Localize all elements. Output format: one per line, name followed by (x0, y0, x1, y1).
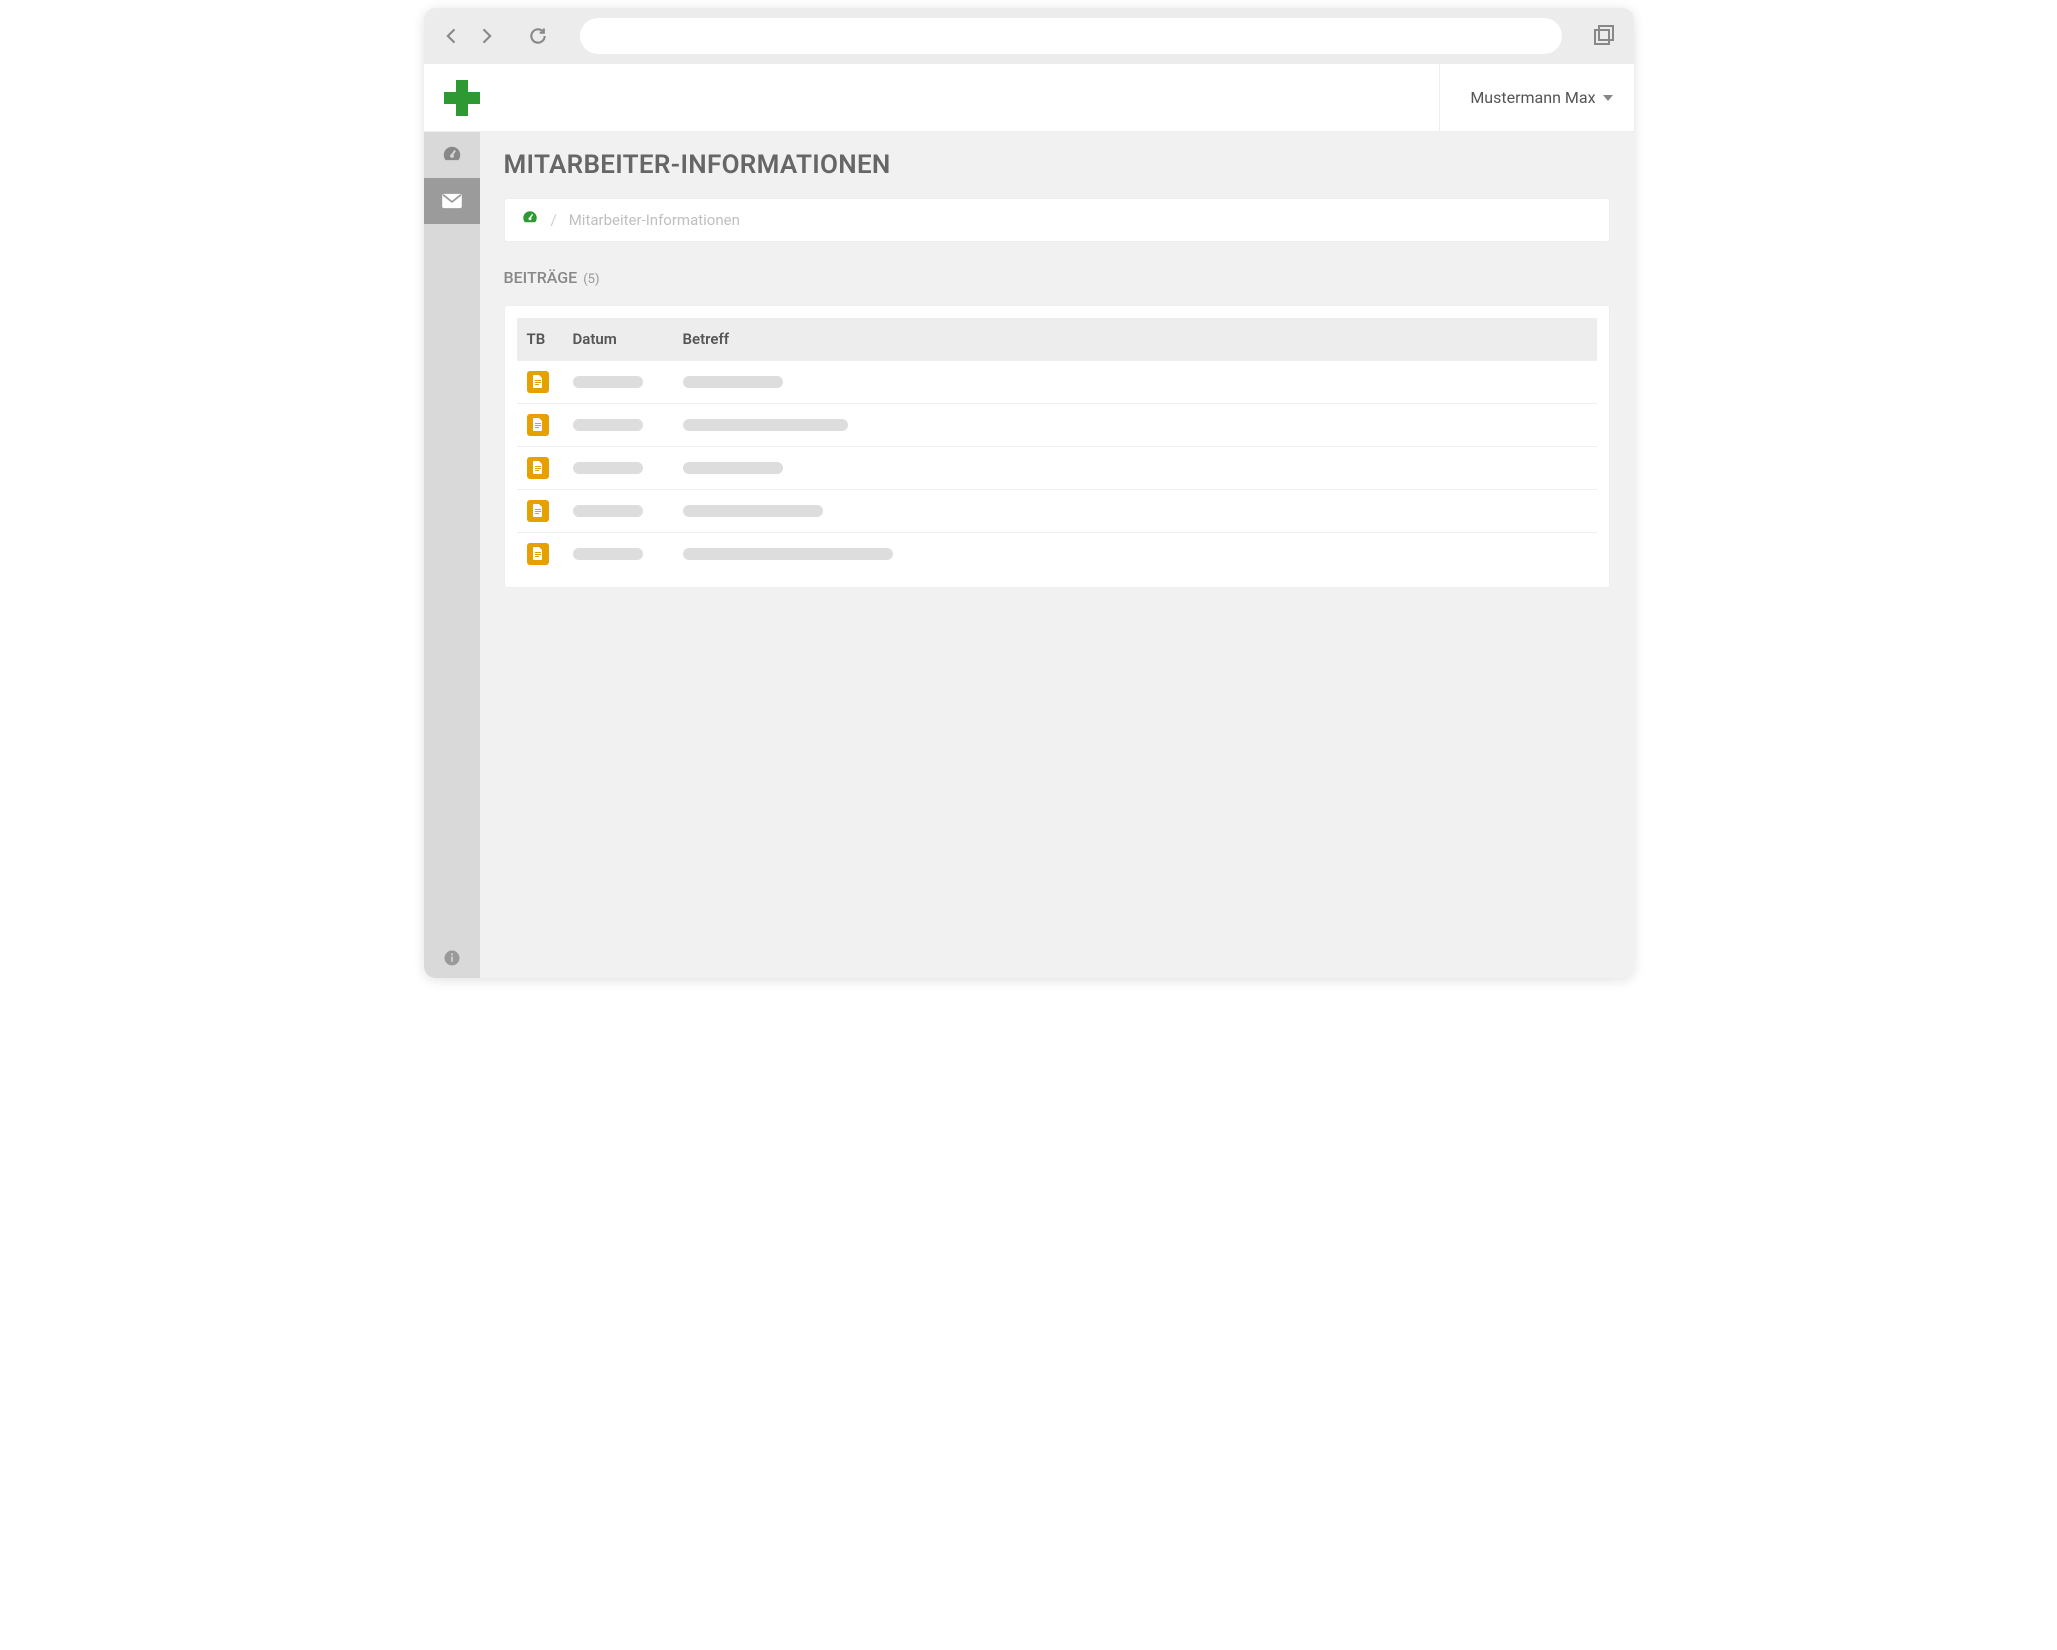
browser-toolbar (424, 8, 1634, 64)
date-placeholder (573, 376, 643, 388)
document-icon (527, 543, 549, 565)
date-placeholder (573, 462, 643, 474)
forward-button[interactable] (474, 24, 498, 48)
sidebar-item-messages[interactable] (424, 178, 480, 224)
table-row[interactable] (517, 447, 1597, 490)
subject-placeholder (683, 505, 823, 517)
section-count: (5) (583, 272, 599, 287)
section-heading: BEITRÄGE (5) (504, 268, 1610, 287)
subject-placeholder (683, 419, 848, 431)
date-placeholder (573, 548, 643, 560)
section-label: BEITRÄGE (504, 268, 578, 287)
col-header-tb: TB (517, 318, 563, 361)
app-header: Mustermann Max (424, 64, 1634, 132)
user-name: Mustermann Max (1470, 88, 1595, 107)
document-icon (527, 414, 549, 436)
app-body: MITARBEITER-INFORMATIONEN / Mitarbeiter-… (424, 132, 1634, 978)
breadcrumb-current: Mitarbeiter-Informationen (569, 211, 740, 229)
table-row[interactable] (517, 361, 1597, 404)
document-icon (527, 457, 549, 479)
entries-table: TB Datum Betreff (517, 318, 1597, 575)
copy-window-icon[interactable] (1592, 23, 1618, 49)
app-viewport: Mustermann Max (424, 64, 1634, 978)
sidebar (424, 132, 480, 978)
page-title: MITARBEITER-INFORMATIONEN (504, 150, 1610, 180)
table-row[interactable] (517, 404, 1597, 447)
reload-button[interactable] (526, 24, 550, 48)
logo-cross-icon (436, 74, 488, 122)
user-menu[interactable]: Mustermann Max (1439, 64, 1613, 131)
dashboard-icon (441, 144, 463, 166)
col-header-subject: Betreff (673, 318, 1597, 361)
subject-placeholder (683, 548, 893, 560)
url-bar[interactable] (580, 18, 1562, 54)
browser-window: Mustermann Max (424, 8, 1634, 978)
main-content: MITARBEITER-INFORMATIONEN / Mitarbeiter-… (480, 132, 1634, 978)
table-row[interactable] (517, 490, 1597, 533)
entries-panel: TB Datum Betreff (504, 305, 1610, 588)
table-row[interactable] (517, 533, 1597, 576)
document-icon (527, 371, 549, 393)
chevron-down-icon (1602, 92, 1614, 104)
document-icon (527, 500, 549, 522)
sidebar-item-dashboard[interactable] (424, 132, 480, 178)
mail-icon (441, 193, 463, 209)
col-header-date: Datum (563, 318, 673, 361)
date-placeholder (573, 419, 643, 431)
date-placeholder (573, 505, 643, 517)
breadcrumb-separator: / (551, 211, 557, 229)
breadcrumb: / Mitarbeiter-Informationen (504, 198, 1610, 242)
sidebar-info[interactable] (424, 938, 480, 978)
info-icon (443, 949, 461, 967)
subject-placeholder (683, 462, 783, 474)
subject-placeholder (683, 376, 783, 388)
breadcrumb-home-icon[interactable] (521, 209, 539, 231)
back-button[interactable] (440, 24, 464, 48)
